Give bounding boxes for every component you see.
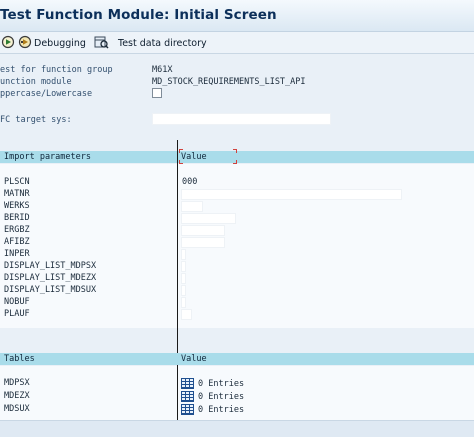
table-name: MDSUX <box>4 404 30 414</box>
param-value-input[interactable]: 000 <box>182 177 197 187</box>
tables-header: Tables Value <box>0 353 474 365</box>
test-data-directory-label: Test data directory <box>118 37 207 49</box>
import-parameters-panel: PLSCN 000 MATNR WERKS BERID ERGBZ AFIBZ … <box>0 164 474 328</box>
param-row-display-list-mdsux: DISPLAY_LIST_MDSUX <box>0 285 474 297</box>
param-row-berid: BERID <box>0 213 474 225</box>
import-parameters-title: Import parameters <box>4 152 91 162</box>
param-value-input[interactable] <box>181 309 192 320</box>
execute-button[interactable] <box>1 35 15 51</box>
param-name: NOBUF <box>4 297 30 307</box>
table-row-mdezx: MDEZX 0 Entries <box>0 391 474 403</box>
value-column-header: Value <box>181 152 207 162</box>
tables-panel: MDPSX 0 Entries MDEZX 0 Entries MDSUX 0 … <box>0 366 474 420</box>
tables-title: Tables <box>4 354 35 364</box>
param-name: DISPLAY_LIST_MDEZX <box>4 273 97 283</box>
table-name: MDEZX <box>4 391 30 401</box>
param-name: PLAUF <box>4 309 30 319</box>
param-name: DISPLAY_LIST_MDSUX <box>4 285 97 295</box>
table-grid-icon[interactable] <box>181 378 194 389</box>
bottom-strip <box>0 420 474 437</box>
param-name: MATNR <box>4 189 30 199</box>
table-entries-button[interactable]: 0 Entries <box>181 378 244 389</box>
uppercase-lowercase-label: ppercase/Lowercase <box>0 89 93 99</box>
rfc-target-system-input[interactable] <box>152 113 331 125</box>
param-row-display-list-mdezx: DISPLAY_LIST_MDEZX <box>0 273 474 285</box>
window-title: Test Function Module: Initial Screen <box>0 7 277 23</box>
param-name: AFIBZ <box>4 237 30 247</box>
execute-icon <box>1 35 15 52</box>
param-value-input[interactable] <box>181 285 186 296</box>
table-entries-button[interactable]: 0 Entries <box>181 391 244 402</box>
import-parameters-header: Import parameters Value <box>0 149 474 164</box>
title-bar: Test Function Module: Initial Screen <box>0 0 474 32</box>
param-name: BERID <box>4 213 30 223</box>
param-name: DISPLAY_LIST_MDPSX <box>4 261 97 271</box>
function-module-value: MD_STOCK_REQUIREMENTS_LIST_API <box>152 77 306 87</box>
param-value-input[interactable] <box>181 273 186 284</box>
column-divider <box>177 140 178 164</box>
param-value-input[interactable] <box>181 249 186 260</box>
table-grid-icon[interactable] <box>181 391 194 402</box>
debugging-button[interactable]: Debugging <box>18 35 86 51</box>
rfc-target-system-label: FC target sys: <box>0 115 72 125</box>
test-data-directory-icon <box>94 35 109 52</box>
debugging-label: Debugging <box>34 37 86 49</box>
param-name: PLSCN <box>4 177 30 187</box>
param-value-input[interactable] <box>181 297 186 308</box>
param-value-input[interactable] <box>181 213 236 224</box>
param-value-input[interactable] <box>181 237 225 248</box>
application-toolbar: Debugging Test data directory <box>0 32 474 54</box>
param-row-ergbz: ERGBZ <box>0 225 474 237</box>
param-name: INPER <box>4 249 30 259</box>
param-name: ERGBZ <box>4 225 30 235</box>
param-row-werks: WERKS <box>0 201 474 213</box>
debug-icon <box>18 35 32 52</box>
function-group-label: est for function group <box>0 65 113 75</box>
table-entries-count: 0 Entries <box>198 404 245 415</box>
param-name: WERKS <box>4 201 30 211</box>
param-row-inper: INPER <box>0 249 474 261</box>
table-name: MDPSX <box>4 378 30 388</box>
param-value-input[interactable] <box>181 225 225 236</box>
table-row-mdpsx: MDPSX 0 Entries <box>0 378 474 390</box>
param-row-nobuf: NOBUF <box>0 297 474 309</box>
tables-value-column-header: Value <box>181 354 207 364</box>
function-group-value: M61X <box>152 65 173 75</box>
param-row-plscn: PLSCN 000 <box>0 177 474 189</box>
function-module-label: unction module <box>0 77 72 87</box>
table-entries-count: 0 Entries <box>198 378 245 389</box>
focus-marker-top-left <box>179 149 183 153</box>
param-value-input[interactable] <box>181 261 186 272</box>
table-row-mdsux: MDSUX 0 Entries <box>0 404 474 416</box>
param-row-display-list-mdpsx: DISPLAY_LIST_MDPSX <box>0 261 474 273</box>
param-row-matnr: MATNR <box>0 189 474 201</box>
table-entries-count: 0 Entries <box>198 391 245 402</box>
param-value-input[interactable] <box>181 189 402 200</box>
column-divider <box>177 328 178 354</box>
test-data-directory-button[interactable]: Test data directory <box>94 35 207 51</box>
table-grid-icon[interactable] <box>181 404 194 415</box>
focus-marker-top-right <box>233 149 237 153</box>
uppercase-lowercase-checkbox[interactable] <box>152 88 162 98</box>
param-row-plauf: PLAUF <box>0 309 474 321</box>
param-row-afibz: AFIBZ <box>0 237 474 249</box>
table-entries-button[interactable]: 0 Entries <box>181 404 244 415</box>
param-value-input[interactable] <box>181 201 203 212</box>
